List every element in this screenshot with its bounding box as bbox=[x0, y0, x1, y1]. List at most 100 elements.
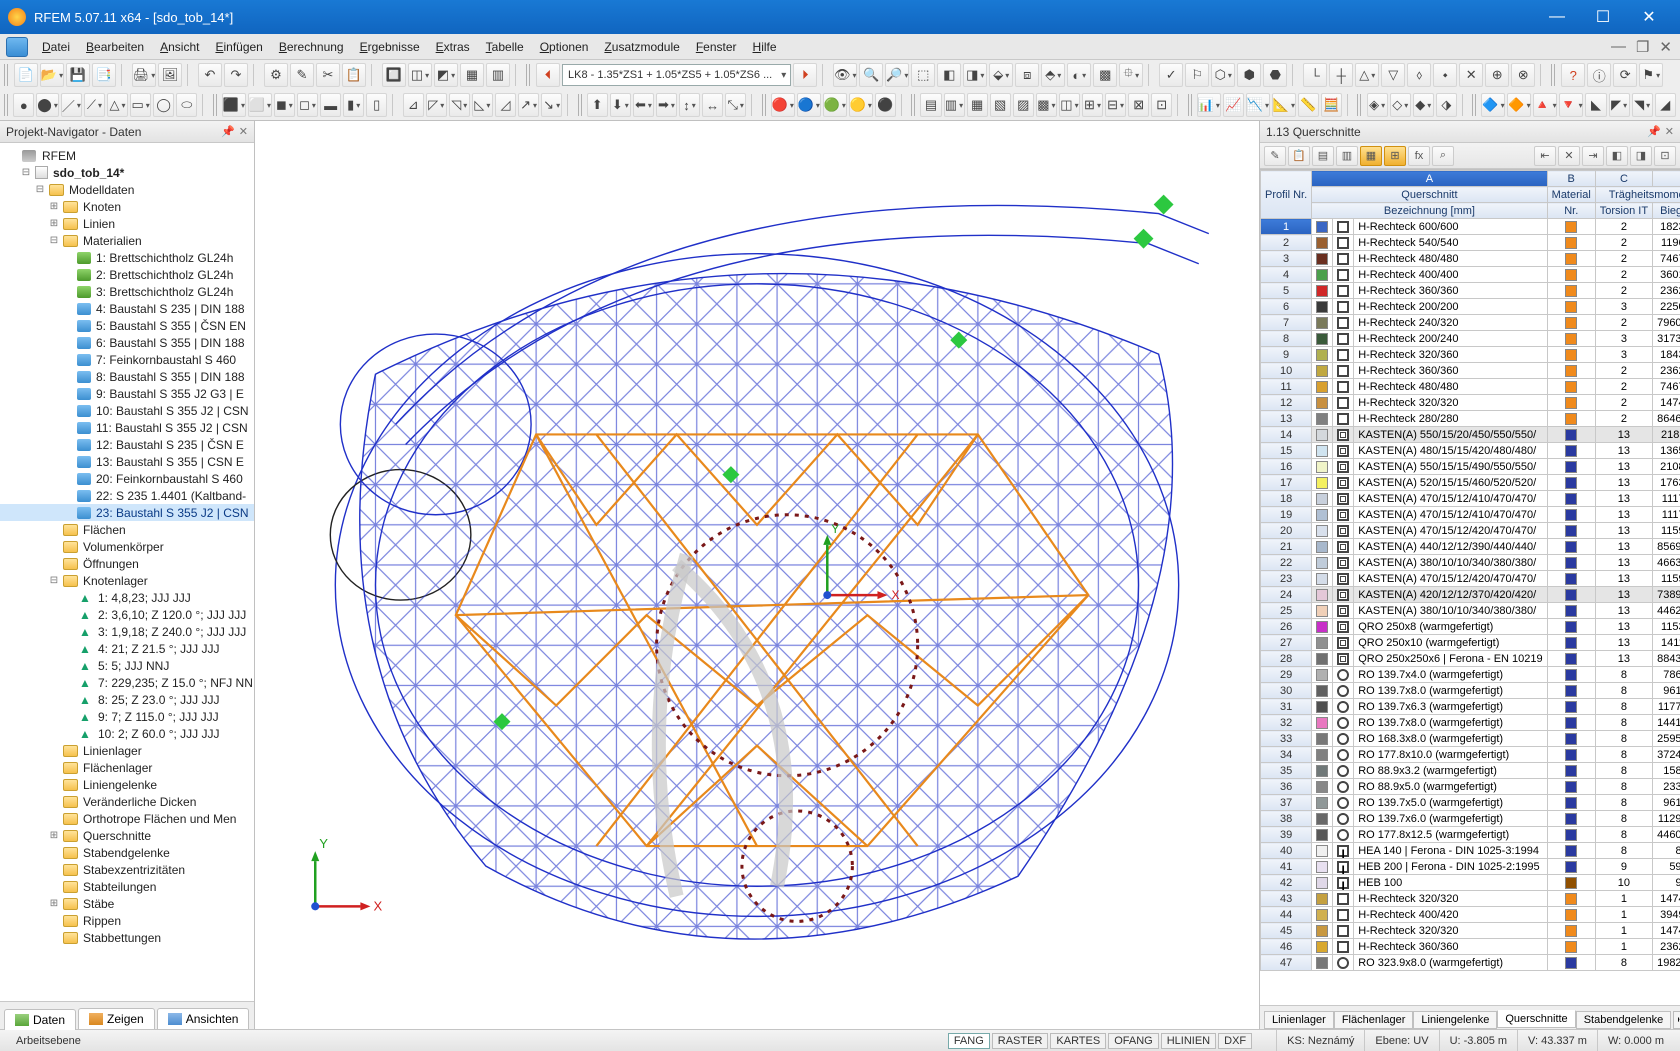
status-toggle-dxf[interactable]: DXF bbox=[1218, 1033, 1252, 1049]
tool-button[interactable]: ┼ bbox=[1329, 63, 1353, 87]
tool-button[interactable]: ▤ bbox=[920, 93, 941, 117]
tool-button[interactable]: ⧈ bbox=[1015, 63, 1039, 87]
mdi-minimize-icon[interactable]: — bbox=[1611, 38, 1626, 56]
tool-button[interactable]: ◫ bbox=[408, 63, 432, 87]
tree-node[interactable]: 2: Brettschichtholz GL24h bbox=[0, 266, 254, 283]
tree-node[interactable]: 8: Baustahl S 355 | DIN 188 bbox=[0, 368, 254, 385]
table-tool-button[interactable]: ◧ bbox=[1606, 146, 1628, 166]
model-viewport[interactable]: X Y X Y bbox=[255, 121, 1260, 1029]
tool-button[interactable]: ▧ bbox=[990, 93, 1011, 117]
table-tool-button[interactable]: fx bbox=[1408, 146, 1430, 166]
tree-node[interactable]: Stabendgelenke bbox=[0, 844, 254, 861]
table-row[interactable]: 15 KASTEN(A) 480/15/15/420/480/480/ 13 1… bbox=[1261, 443, 1680, 459]
tool-button[interactable]: 📈 bbox=[1223, 93, 1244, 117]
table-tool-button[interactable]: ⊞ bbox=[1384, 146, 1406, 166]
bottom-tab-flächenlager[interactable]: Flächenlager bbox=[1334, 1011, 1414, 1029]
table-row[interactable]: 10 H-Rechteck 360/360 2 236265984 139968… bbox=[1261, 363, 1680, 379]
table-tool-button[interactable]: ⌕ bbox=[1432, 146, 1454, 166]
tool-button[interactable]: ● bbox=[13, 93, 34, 117]
tree-node[interactable]: ▲1: 4,8,23; JJJ JJJ bbox=[0, 589, 254, 606]
minimize-button[interactable]: — bbox=[1534, 2, 1580, 32]
mdi-restore-icon[interactable]: ❐ bbox=[1636, 38, 1649, 56]
lk-prev-button[interactable]: ⏴ bbox=[536, 63, 560, 87]
tool-button[interactable]: 📏 bbox=[1298, 93, 1319, 117]
tree-node[interactable]: 9: Baustahl S 355 J2 G3 | E bbox=[0, 385, 254, 402]
table-row[interactable]: 12 H-Rechteck 320/320 2 147499690 873813… bbox=[1261, 395, 1680, 411]
tree-node[interactable]: Linienlager bbox=[0, 742, 254, 759]
tree-node[interactable]: ⊟Modelldaten bbox=[0, 181, 254, 198]
undo-button[interactable]: ↶ bbox=[198, 63, 222, 87]
tree-node[interactable]: 4: Baustahl S 235 | DIN 188 bbox=[0, 300, 254, 317]
redo-button[interactable]: ↷ bbox=[224, 63, 248, 87]
bottom-tab-linienlager[interactable]: Linienlager bbox=[1264, 1011, 1334, 1029]
tool-button[interactable]: ⬗ bbox=[1436, 93, 1457, 117]
tool-button[interactable]: ◆ bbox=[1413, 93, 1434, 117]
tool-button[interactable]: 🔵 bbox=[797, 93, 821, 117]
table-row[interactable]: 23 KASTEN(A) 470/15/12/420/470/470/ 13 1… bbox=[1261, 571, 1680, 587]
tool-button[interactable]: ⬤ bbox=[36, 93, 59, 117]
tool-button[interactable]: ⚐ bbox=[1185, 63, 1209, 87]
table-row[interactable]: 43 H-Rechteck 320/320 1 147499690 873813… bbox=[1261, 891, 1680, 907]
table-row[interactable]: 35 RO 88.9x3.2 (warmgefertigt) 8 1580000… bbox=[1261, 763, 1680, 779]
menu-einfügen[interactable]: Einfügen bbox=[207, 37, 270, 57]
tree-node[interactable]: ⊞Stäbe bbox=[0, 895, 254, 912]
open-button[interactable]: 📂 bbox=[40, 63, 64, 87]
tool-button[interactable]: ⬙ bbox=[989, 63, 1013, 87]
table-row[interactable]: 34 RO 177.8x10.0 (warmgefertigt) 8 37240… bbox=[1261, 747, 1680, 763]
tool-button[interactable]: 📉 bbox=[1246, 93, 1270, 117]
tree-node[interactable]: Stabteilungen bbox=[0, 878, 254, 895]
table-row[interactable]: 25 KASTEN(A) 380/10/10/340/380/380/ 13 4… bbox=[1261, 603, 1680, 619]
info-button[interactable]: ⓘ bbox=[1587, 63, 1611, 87]
tool-button[interactable]: ⟳ bbox=[1613, 63, 1637, 87]
table-row[interactable]: 11 H-Rechteck 480/480 2 746717184 442368… bbox=[1261, 379, 1680, 395]
tool-button[interactable]: ⊕ bbox=[1485, 63, 1509, 87]
print-preview-button[interactable]: 🖼 bbox=[158, 63, 182, 87]
maximize-button[interactable]: ☐ bbox=[1580, 2, 1626, 32]
tree-node[interactable]: ⊟sdo_tob_14* bbox=[0, 164, 254, 181]
panel-close-icon[interactable]: ✕ bbox=[239, 125, 248, 138]
tree-node[interactable]: 22: S 235 1.4401 (Kaltband- bbox=[0, 487, 254, 504]
tool-button[interactable]: ⬅ bbox=[633, 93, 654, 117]
tool-button[interactable]: ⬚ bbox=[911, 63, 935, 87]
tool-button[interactable]: ◩ bbox=[434, 63, 458, 87]
menu-ansicht[interactable]: Ansicht bbox=[152, 37, 207, 57]
close-button[interactable]: ✕ bbox=[1626, 2, 1672, 32]
table-row[interactable]: 29 RO 139.7x4.0 (warmgefertigt) 8 786000… bbox=[1261, 667, 1680, 683]
tool-button[interactable]: ⬣ bbox=[1263, 63, 1287, 87]
zoom-button[interactable]: 🔎 bbox=[885, 63, 909, 87]
table-row[interactable]: 5 H-Rechteck 360/360 2 236265984 1399680… bbox=[1261, 283, 1680, 299]
tree-node[interactable]: ▲8: 25; Z 23.0 °; JJJ JJJ bbox=[0, 691, 254, 708]
tree-node[interactable]: Veränderliche Dicken bbox=[0, 793, 254, 810]
table-row[interactable]: 2 H-Rechteck 540/540 2 119609654 7085879… bbox=[1261, 235, 1680, 251]
tool-button[interactable]: ▦ bbox=[460, 63, 484, 87]
tool-button[interactable]: ◻ bbox=[297, 93, 318, 117]
table-row[interactable]: 39 RO 177.8x12.5 (warmgefertigt) 8 44600… bbox=[1261, 827, 1680, 843]
tool-button[interactable]: ⊠ bbox=[1128, 93, 1149, 117]
tree-node[interactable]: 23: Baustahl S 355 J2 | CSN bbox=[0, 504, 254, 521]
tool-button[interactable]: ◼ bbox=[274, 93, 295, 117]
tool-button[interactable]: 📊 bbox=[1197, 93, 1221, 117]
bottom-tab-querschnitte[interactable]: Querschnitte bbox=[1497, 1010, 1575, 1028]
table-row[interactable]: 6 H-Rechteck 200/200 3 225066664 1333333… bbox=[1261, 299, 1680, 315]
tool-button[interactable]: 📐 bbox=[1272, 93, 1296, 117]
status-toggle-hlinien[interactable]: HLINIEN bbox=[1161, 1033, 1216, 1049]
table-row[interactable]: 24 KASTEN(A) 420/12/12/370/420/420/ 13 7… bbox=[1261, 587, 1680, 603]
table-tool-button[interactable]: ▤ bbox=[1312, 146, 1334, 166]
table-row[interactable]: 21 KASTEN(A) 440/12/12/390/440/440/ 13 8… bbox=[1261, 539, 1680, 555]
tool-button[interactable]: ◇ bbox=[1390, 93, 1411, 117]
table-row[interactable]: 46 H-Rechteck 360/360 1 236265984 139968… bbox=[1261, 939, 1680, 955]
tool-button[interactable]: 🟢 bbox=[823, 93, 847, 117]
tool-button[interactable]: ▬ bbox=[320, 93, 341, 117]
tool-button[interactable]: ↗ bbox=[518, 93, 539, 117]
tool-button[interactable]: ▽ bbox=[1381, 63, 1405, 87]
tool-button[interactable]: ⯐ bbox=[1119, 63, 1143, 87]
tool-button[interactable]: ◈ bbox=[1367, 93, 1388, 117]
tool-button[interactable]: ◤ bbox=[1609, 93, 1630, 117]
table-row[interactable]: 42 HEB 100 10 92500.0 4495000.0 bbox=[1261, 875, 1680, 891]
save-all-button[interactable]: 📑 bbox=[92, 63, 116, 87]
tool-button[interactable]: 🔻 bbox=[1559, 93, 1583, 117]
menu-bearbeiten[interactable]: Bearbeiten bbox=[78, 37, 152, 57]
table-tool-button[interactable]: ▦ bbox=[1360, 146, 1382, 166]
table-row[interactable]: 41 HEB 200 | Ferona - DIN 1025-2:1995 9 … bbox=[1261, 859, 1680, 875]
tool-button[interactable]: △ bbox=[1355, 63, 1379, 87]
